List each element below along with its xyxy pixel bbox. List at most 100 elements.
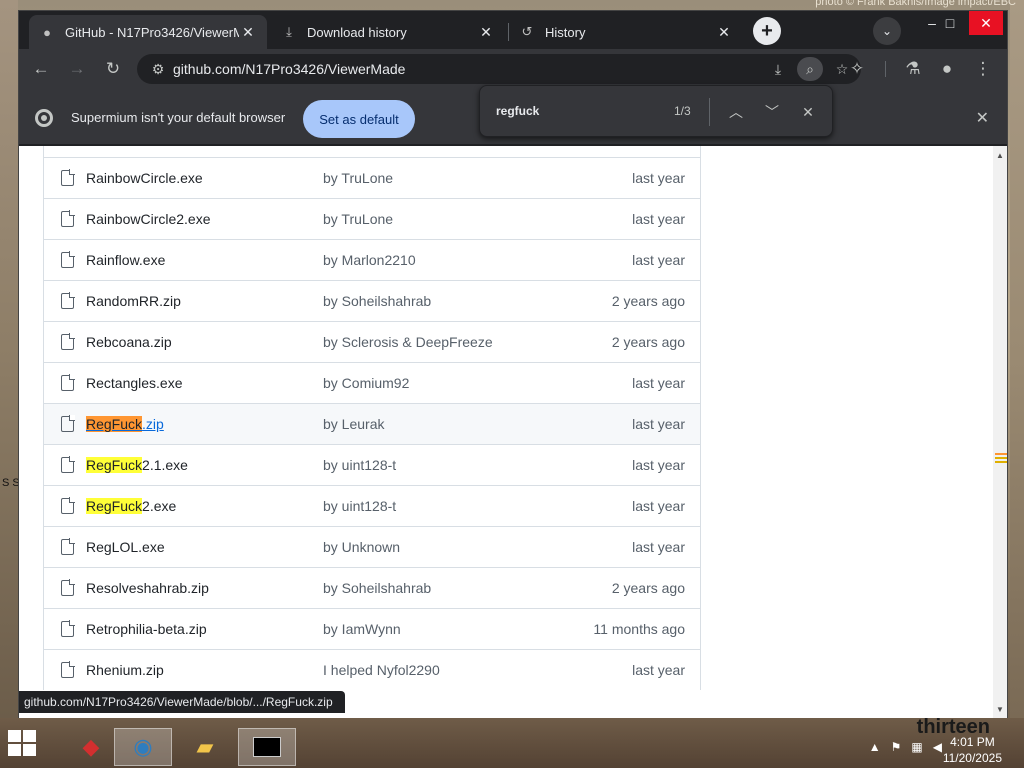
tab-github[interactable]: ● GitHub - N17Pro3426/ViewerMade ✕ — [29, 15, 267, 49]
file-name-link[interactable]: Rebcoana.zip — [86, 334, 172, 350]
file-row[interactable]: Rebcoana.zip by Sclerosis & DeepFreeze 2 y… — [44, 321, 700, 362]
file-name-link[interactable]: Rectangles.exe — [86, 375, 183, 391]
close-icon[interactable]: ✕ — [477, 23, 495, 41]
file-icon — [61, 251, 75, 268]
url-text[interactable]: github.com/N17Pro3426/ViewerMade — [173, 61, 765, 77]
new-tab-button[interactable]: + — [753, 17, 781, 45]
commit-author[interactable]: by Marlon2210 — [323, 252, 416, 268]
file-icon — [61, 456, 75, 473]
set-default-button[interactable]: Set as default — [303, 100, 415, 138]
volume-icon[interactable]: ◀ — [933, 740, 942, 754]
scroll-down-icon[interactable]: ▼ — [993, 702, 1007, 716]
network-icon[interactable]: ▦ — [911, 740, 922, 754]
search-highlight: RegFuck — [86, 416, 143, 432]
file-row[interactable]: RegFuck2.exe by uint128-t last year — [44, 485, 700, 526]
extensions-button[interactable]: ✧ — [845, 57, 869, 81]
commit-date: last year — [632, 211, 685, 227]
file-name-link[interactable]: Resolveshahrab.zip — [86, 580, 209, 596]
find-in-page-icon[interactable]: ⌕ — [797, 57, 823, 81]
commit-date: last year — [632, 539, 685, 555]
file-row[interactable]: Rdoou.zipI helped Nfs0l2290last year — [44, 146, 700, 157]
link-status-bubble: github.com/N17Pro3426/ViewerMade/blob/..… — [19, 691, 345, 713]
github-icon: ● — [43, 24, 51, 40]
browser-icon: ◉ — [133, 734, 153, 759]
address-bar[interactable]: ⚙ github.com/N17Pro3426/ViewerMade ⤓ ⌕ ☆ — [137, 54, 861, 84]
taskbar-clock[interactable]: 4:01 PM 11/20/2025 — [943, 734, 1002, 766]
tray-arrow-icon[interactable]: ▲ — [869, 740, 881, 754]
file-name-link[interactable]: RegFuck.zip — [86, 416, 164, 432]
find-next-button[interactable]: ﹀ — [760, 100, 784, 124]
tab-search-button[interactable]: ⌄ — [873, 17, 901, 45]
file-row[interactable]: RegFuck.zip by Leurak last year — [44, 403, 700, 444]
infobar-close-icon[interactable]: ✕ — [976, 108, 989, 128]
file-row[interactable]: RegLOL.exe by Unknown last year — [44, 526, 700, 567]
taskbar-app-1[interactable]: ◆ — [62, 728, 120, 766]
reload-button[interactable]: ↻ — [101, 57, 125, 81]
tab-label: Download history — [307, 24, 407, 40]
commit-author[interactable]: by TruLone — [323, 170, 393, 186]
find-close-button[interactable]: ✕ — [796, 100, 820, 124]
forward-button[interactable]: → — [65, 57, 89, 81]
file-name-link[interactable]: Rainflow.exe — [86, 252, 165, 268]
file-name-link[interactable]: RegLOL.exe — [86, 539, 165, 555]
desktop-wallpaper-right — [1010, 0, 1024, 718]
maximize-button[interactable]: □ — [933, 11, 967, 35]
flag-icon[interactable]: ⚑ — [891, 740, 902, 754]
find-input[interactable]: regfuck — [496, 104, 539, 118]
file-icon — [61, 497, 75, 514]
commit-author[interactable]: by Leurak — [323, 416, 384, 432]
close-icon[interactable]: ✕ — [715, 23, 733, 41]
file-name-link[interactable]: RandomRR.zip — [86, 293, 181, 309]
commit-author[interactable]: by uint128-t — [323, 498, 396, 514]
system-tray: ▲ ⚑ ▦ ◀ — [869, 740, 942, 754]
commit-author[interactable]: by TruLone — [323, 211, 393, 227]
file-name-link[interactable]: Retrophilia-beta.zip — [86, 621, 207, 637]
file-name-rest: 2.exe — [142, 498, 177, 514]
scroll-up-icon[interactable]: ▲ — [993, 148, 1007, 162]
close-icon[interactable]: ✕ — [239, 23, 257, 41]
file-name-link[interactable]: RainbowCircle.exe — [86, 170, 203, 186]
site-info-icon[interactable]: ⚙ — [143, 61, 173, 78]
commit-author[interactable]: by Unknown — [323, 539, 400, 555]
commit-author[interactable]: by IamWynn — [323, 621, 401, 637]
taskbar-file-explorer[interactable]: ▰ — [176, 728, 234, 766]
commit-author[interactable]: by Sclerosis & DeepFreeze — [323, 334, 493, 350]
labs-button[interactable]: ⚗ — [901, 57, 925, 81]
commit-author[interactable]: by uint128-t — [323, 457, 396, 473]
chevron-up-icon: ︿ — [729, 104, 743, 120]
file-row[interactable]: Rainflow.exe by Marlon2210 last year — [44, 239, 700, 280]
file-name-link[interactable]: Rhenium.zip — [86, 662, 164, 678]
download-icon: ⤓ — [286, 24, 292, 39]
menu-button[interactable]: ⋮ — [971, 57, 995, 81]
file-row[interactable]: Rhenium.zip I helped Nyfol2290 last year — [44, 649, 700, 690]
tab-download-history[interactable]: ⤓ Download history ✕ — [271, 15, 505, 49]
commit-author[interactable]: by Soheilshahrab — [323, 293, 431, 309]
find-match-marker — [995, 461, 1007, 463]
start-button[interactable] — [8, 730, 36, 756]
file-name-link[interactable]: RainbowCircle2.exe — [86, 211, 211, 227]
file-row[interactable]: RainbowCircle2.exe by TruLone last year — [44, 198, 700, 239]
tab-history[interactable]: ↺ History ✕ — [509, 15, 743, 49]
chevron-down-icon: ﹀ — [765, 104, 779, 120]
commit-author[interactable]: by Comium92 — [323, 375, 409, 391]
file-icon — [61, 374, 75, 391]
commit-author[interactable]: I helped Nyfol2290 — [323, 662, 440, 678]
profile-button[interactable]: ● — [935, 57, 959, 81]
file-row[interactable]: Rectangles.exe by Comium92 last year — [44, 362, 700, 403]
taskbar-browser[interactable]: ◉ — [114, 728, 172, 766]
back-button[interactable]: ← — [29, 57, 53, 81]
taskbar-command-prompt[interactable] — [238, 728, 296, 766]
file-row[interactable]: RegFuck2.1.exe by uint128-t last year — [44, 444, 700, 485]
file-row[interactable]: RandomRR.zip by Soheilshahrab 2 years ago — [44, 280, 700, 321]
file-row[interactable]: Retrophilia-beta.zip by IamWynn 11 months … — [44, 608, 700, 649]
file-row[interactable]: Resolveshahrab.zip by Soheilshahrab 2 year… — [44, 567, 700, 608]
page-scrollbar[interactable]: ▲ ▼ — [993, 146, 1007, 718]
commit-author[interactable]: by Soheilshahrab — [323, 580, 431, 596]
file-name-link[interactable]: RegFuck2.exe — [86, 498, 176, 514]
file-row[interactable]: RainbowCircle.exe by TruLone last year — [44, 157, 700, 198]
window-close-button[interactable]: ✕ — [969, 11, 1003, 35]
file-name-link[interactable]: RegFuck2.1.exe — [86, 457, 188, 473]
file-icon — [61, 210, 75, 227]
find-previous-button[interactable]: ︿ — [724, 100, 748, 124]
install-app-icon[interactable]: ⤓ — [765, 57, 791, 81]
